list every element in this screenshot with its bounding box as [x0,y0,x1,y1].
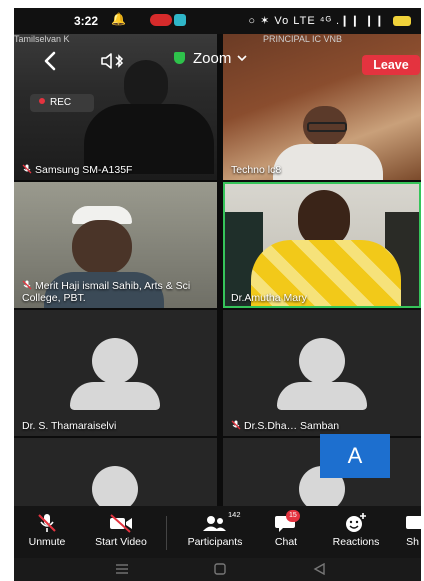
meeting-toolbar: Unmute Start Video 142 Participants 15 C… [14,506,421,558]
phone-screen: 3:22 🔔 ○ ✶ Vo LTE ⁴ᴳ .❙❙ ❙❙ Tamilselvan … [14,8,421,581]
status-indicators: ○ ✶ Vo LTE ⁴ᴳ .❙❙ ❙❙ [248,14,411,27]
participant-name-label: Samsung SM-A135F [22,164,132,176]
participant-tile-active-speaker[interactable]: Dr.Amutha Mary [223,182,421,308]
chat-app-icon [174,14,186,26]
participant-name: Techno lc8 [231,164,282,176]
unmute-button[interactable]: Unmute [20,512,74,548]
recording-label: REC [50,97,72,108]
participant-name-label: Dr.S.Dha… Samban [231,420,341,432]
participant-name: Samsung SM-A135F [35,164,133,176]
smiley-plus-icon [346,513,366,532]
reactions-button[interactable]: Reactions [324,512,388,548]
share-button[interactable]: Sh [404,512,421,548]
android-navigation-bar [14,558,421,581]
avatar-placeholder-body [70,382,160,410]
participant-name-label: Techno lc8 [231,164,281,176]
avatar-placeholder-body [277,382,367,410]
start-video-label: Start Video [95,536,147,548]
cut-participant-name: Tamilselvan K [14,34,70,44]
toolbar-divider [166,516,167,550]
participants-label: Participants [187,536,243,548]
back-arrow-icon[interactable] [40,50,62,72]
leave-button[interactable]: Leave [362,55,420,75]
chevron-down-icon [237,55,247,62]
participants-icon [203,516,226,531]
start-video-button[interactable]: Start Video [82,512,160,548]
participant-letter-avatar[interactable]: A [320,434,390,478]
signal-icon: ○ ✶ Vo LTE ⁴ᴳ .❙❙ ❙❙ [248,15,385,27]
participant-name: Dr. S. Thamaraiselvi [22,420,117,432]
unmute-label: Unmute [28,536,66,548]
notification-bell-icon: 🔔 [111,12,126,26]
participant-tile[interactable]: Dr.S.Dha… Samban [223,310,421,436]
encryption-shield-icon [174,52,185,64]
status-bar: 3:22 🔔 ○ ✶ Vo LTE ⁴ᴳ .❙❙ ❙❙ [14,8,421,34]
app-notification-icon [150,14,172,26]
mic-muted-icon [231,420,241,430]
meeting-title: Zoom [193,50,232,67]
recording-dot-icon [39,98,45,104]
participant-tile[interactable]: Merit Haji ismail Sahib, Arts & Sci Coll… [14,182,217,308]
status-time: 3:22 [74,14,99,28]
participant-name: Dr.S.Dha… Samban [244,420,340,432]
avatar-placeholder-icon [299,338,345,384]
avatar-placeholder-icon [92,338,138,384]
participant-tile[interactable]: Dr. S. Thamaraiselvi [14,310,217,436]
meeting-title-dropdown[interactable]: Zoom [174,50,247,67]
home-square-icon[interactable] [212,563,228,575]
participant-name-label: Merit Haji ismail Sahib, Arts & Sci Coll… [22,280,204,304]
participant-video-body [273,144,383,180]
video-off-icon [110,514,132,533]
recents-menu-icon[interactable] [114,563,130,575]
participant-name-label: Dr. S. Thamaraiselvi [22,420,116,432]
back-triangle-icon[interactable] [312,563,328,575]
reactions-label: Reactions [332,536,380,548]
recording-badge: REC [30,94,94,112]
participants-count: 142 [228,510,241,519]
chat-unread-badge: 15 [286,510,300,522]
share-label: Sh [406,536,419,548]
mic-muted-icon [22,164,32,174]
mic-muted-icon [38,514,56,532]
battery-icon [393,16,411,27]
share-screen-icon [406,516,421,529]
cut-participant-name: PRINCIPAL IC VNB [263,34,343,44]
meeting-header: Zoom Leave [14,46,421,76]
mic-muted-icon [22,280,32,290]
participants-button[interactable]: 142 Participants [176,510,254,548]
participant-name: Merit Haji ismail Sahib, Arts & Sci Coll… [22,280,191,304]
active-speaker-border [223,182,421,308]
chat-button[interactable]: 15 Chat [264,510,308,548]
speaker-bluetooth-icon[interactable] [100,52,126,70]
chat-label: Chat [274,536,298,548]
participant-video-glasses [307,122,347,132]
participant-video-head [72,220,132,274]
